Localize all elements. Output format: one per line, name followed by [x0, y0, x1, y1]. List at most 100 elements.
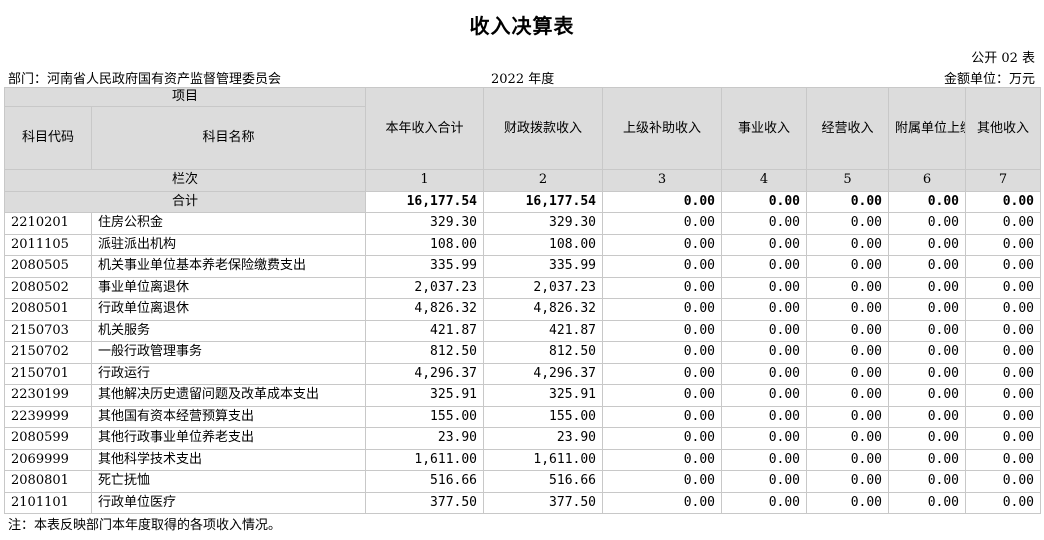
total-label: 合计	[3, 190, 367, 213]
amount-cell: 0.00	[602, 276, 723, 299]
amount-cell: 1,611.00	[483, 448, 604, 471]
table-row: 2150701 行政运行 4,296.37 4,296.37 0.00 0.00 0.00 0…	[4, 362, 1042, 385]
amount-cell: 0.00	[965, 255, 1042, 278]
subject-name-cell: 一般行政管理事务	[90, 341, 367, 364]
amount-cell: 0.00	[806, 427, 890, 450]
amount-cell: 329.30	[365, 212, 485, 235]
table-row: 2080599 其他行政事业单位养老支出 23.90 23.90 0.00 0.00 0.0…	[4, 427, 1042, 450]
item-group-header: 项目	[3, 87, 367, 107]
amount-cell: 0.00	[965, 491, 1042, 514]
amount-cell: 0.00	[721, 212, 808, 235]
amount-cell: 812.50	[365, 341, 485, 364]
amount-cell: 0.00	[888, 405, 967, 428]
income-table: 项目 本年收入合计 财政拨款收入 上级补助收入 事业收入 经营收入 附属单位上缴…	[3, 87, 1042, 514]
table-row: 2230199 其他解决历史遗留问题及改革成本支出 325.91 325.91 0.00…	[4, 384, 1042, 407]
subject-code-cell: 2230199	[4, 384, 92, 407]
column-number: 1	[365, 169, 485, 192]
table-row: 2080501 行政单位离退休 4,826.32 4,826.32 0.00 0.00 0.…	[4, 298, 1042, 321]
total-value: 0.00	[602, 190, 723, 213]
header-affiliated-income: 附属单位上缴收入	[888, 87, 967, 170]
total-value: 0.00	[965, 190, 1042, 213]
amount-cell: 0.00	[965, 405, 1042, 428]
subject-name-cell: 事业单位离退休	[90, 276, 367, 299]
amount-cell: 0.00	[888, 362, 967, 385]
amount-cell: 0.00	[965, 427, 1042, 450]
amount-cell: 0.00	[721, 448, 808, 471]
amount-cell: 0.00	[721, 470, 808, 493]
amount-cell: 155.00	[483, 405, 604, 428]
amount-cell: 1,611.00	[365, 448, 485, 471]
amount-cell: 377.50	[365, 491, 485, 514]
column-number: 2	[483, 169, 604, 192]
header-business-income: 事业收入	[721, 87, 808, 170]
amount-cell: 0.00	[602, 427, 723, 450]
department-label: 部门：河南省人民政府国有资产监督管理委员会	[8, 72, 282, 87]
table-row: 2150703 机关服务 421.87 421.87 0.00 0.00 0.00 0.00 0…	[4, 319, 1042, 342]
amount-cell: 0.00	[965, 341, 1042, 364]
header-total-income: 本年收入合计	[365, 87, 485, 170]
footnote: 注：本表反映部门本年度取得的各项收入情况。	[8, 518, 282, 533]
subject-code-cell: 2150702	[4, 341, 92, 364]
total-value: 0.00	[888, 190, 967, 213]
amount-cell: 0.00	[806, 384, 890, 407]
amount-cell: 0.00	[806, 233, 890, 256]
amount-cell: 4,296.37	[365, 362, 485, 385]
total-value: 0.00	[721, 190, 808, 213]
amount-cell: 377.50	[483, 491, 604, 514]
amount-cell: 0.00	[602, 212, 723, 235]
subject-code-cell: 2101101	[4, 491, 92, 514]
table-row: 2101101 行政单位医疗 377.50 377.50 0.00 0.00 0.00 0.0…	[4, 491, 1042, 514]
amount-cell: 108.00	[483, 233, 604, 256]
amount-cell: 0.00	[888, 491, 967, 514]
amount-cell: 0.00	[965, 362, 1042, 385]
amount-cell: 0.00	[806, 298, 890, 321]
total-row: 合计 16,177.54 16,177.54 0.00 0.00 0.00 0.…	[3, 190, 1042, 213]
subject-code-cell: 2080505	[4, 255, 92, 278]
amount-cell: 325.91	[483, 384, 604, 407]
amount-cell: 0.00	[965, 470, 1042, 493]
amount-cell: 0.00	[806, 362, 890, 385]
amount-cell: 0.00	[602, 470, 723, 493]
amount-cell: 0.00	[965, 212, 1042, 235]
subject-name-cell: 其他科学技术支出	[90, 448, 367, 471]
amount-cell: 0.00	[721, 319, 808, 342]
subject-name-cell: 机关事业单位基本养老保险缴费支出	[90, 255, 367, 278]
table-code: 公开 02 表	[971, 51, 1035, 66]
amount-cell: 0.00	[602, 384, 723, 407]
subject-name-cell: 行政单位离退休	[90, 298, 367, 321]
amount-cell: 0.00	[888, 341, 967, 364]
amount-cell: 155.00	[365, 405, 485, 428]
subject-name-cell: 住房公积金	[90, 212, 367, 235]
subject-code-cell: 2150703	[4, 319, 92, 342]
amount-cell: 335.99	[365, 255, 485, 278]
amount-cell: 325.91	[365, 384, 485, 407]
header-operating-income: 经营收入	[806, 87, 890, 170]
table-row: 2150702 一般行政管理事务 812.50 812.50 0.00 0.00 0.00 0…	[4, 341, 1042, 364]
column-number: 6	[888, 169, 967, 192]
amount-cell: 0.00	[888, 298, 967, 321]
column-number: 3	[602, 169, 723, 192]
amount-cell: 0.00	[602, 362, 723, 385]
amount-cell: 0.00	[806, 491, 890, 514]
amount-cell: 0.00	[721, 341, 808, 364]
amount-cell: 108.00	[365, 233, 485, 256]
amount-cell: 0.00	[602, 319, 723, 342]
amount-cell: 2,037.23	[483, 276, 604, 299]
subject-code-cell: 2080801	[4, 470, 92, 493]
header-other-income: 其他收入	[965, 87, 1042, 170]
header-superior-subsidy: 上级补助收入	[602, 87, 723, 170]
total-value: 0.00	[806, 190, 890, 213]
amount-cell: 4,826.32	[365, 298, 485, 321]
table-row: 2080505 机关事业单位基本养老保险缴费支出 335.99 335.99 0.00 0…	[4, 255, 1042, 278]
column-number: 4	[721, 169, 808, 192]
amount-cell: 23.90	[483, 427, 604, 450]
amount-cell: 0.00	[721, 233, 808, 256]
amount-cell: 0.00	[806, 448, 890, 471]
subject-code-cell: 2069999	[4, 448, 92, 471]
total-value: 16,177.54	[483, 190, 604, 213]
subject-name-cell: 其他行政事业单位养老支出	[90, 427, 367, 450]
amount-cell: 0.00	[888, 384, 967, 407]
amount-cell: 0.00	[602, 491, 723, 514]
amount-cell: 0.00	[888, 212, 967, 235]
amount-cell: 0.00	[806, 212, 890, 235]
